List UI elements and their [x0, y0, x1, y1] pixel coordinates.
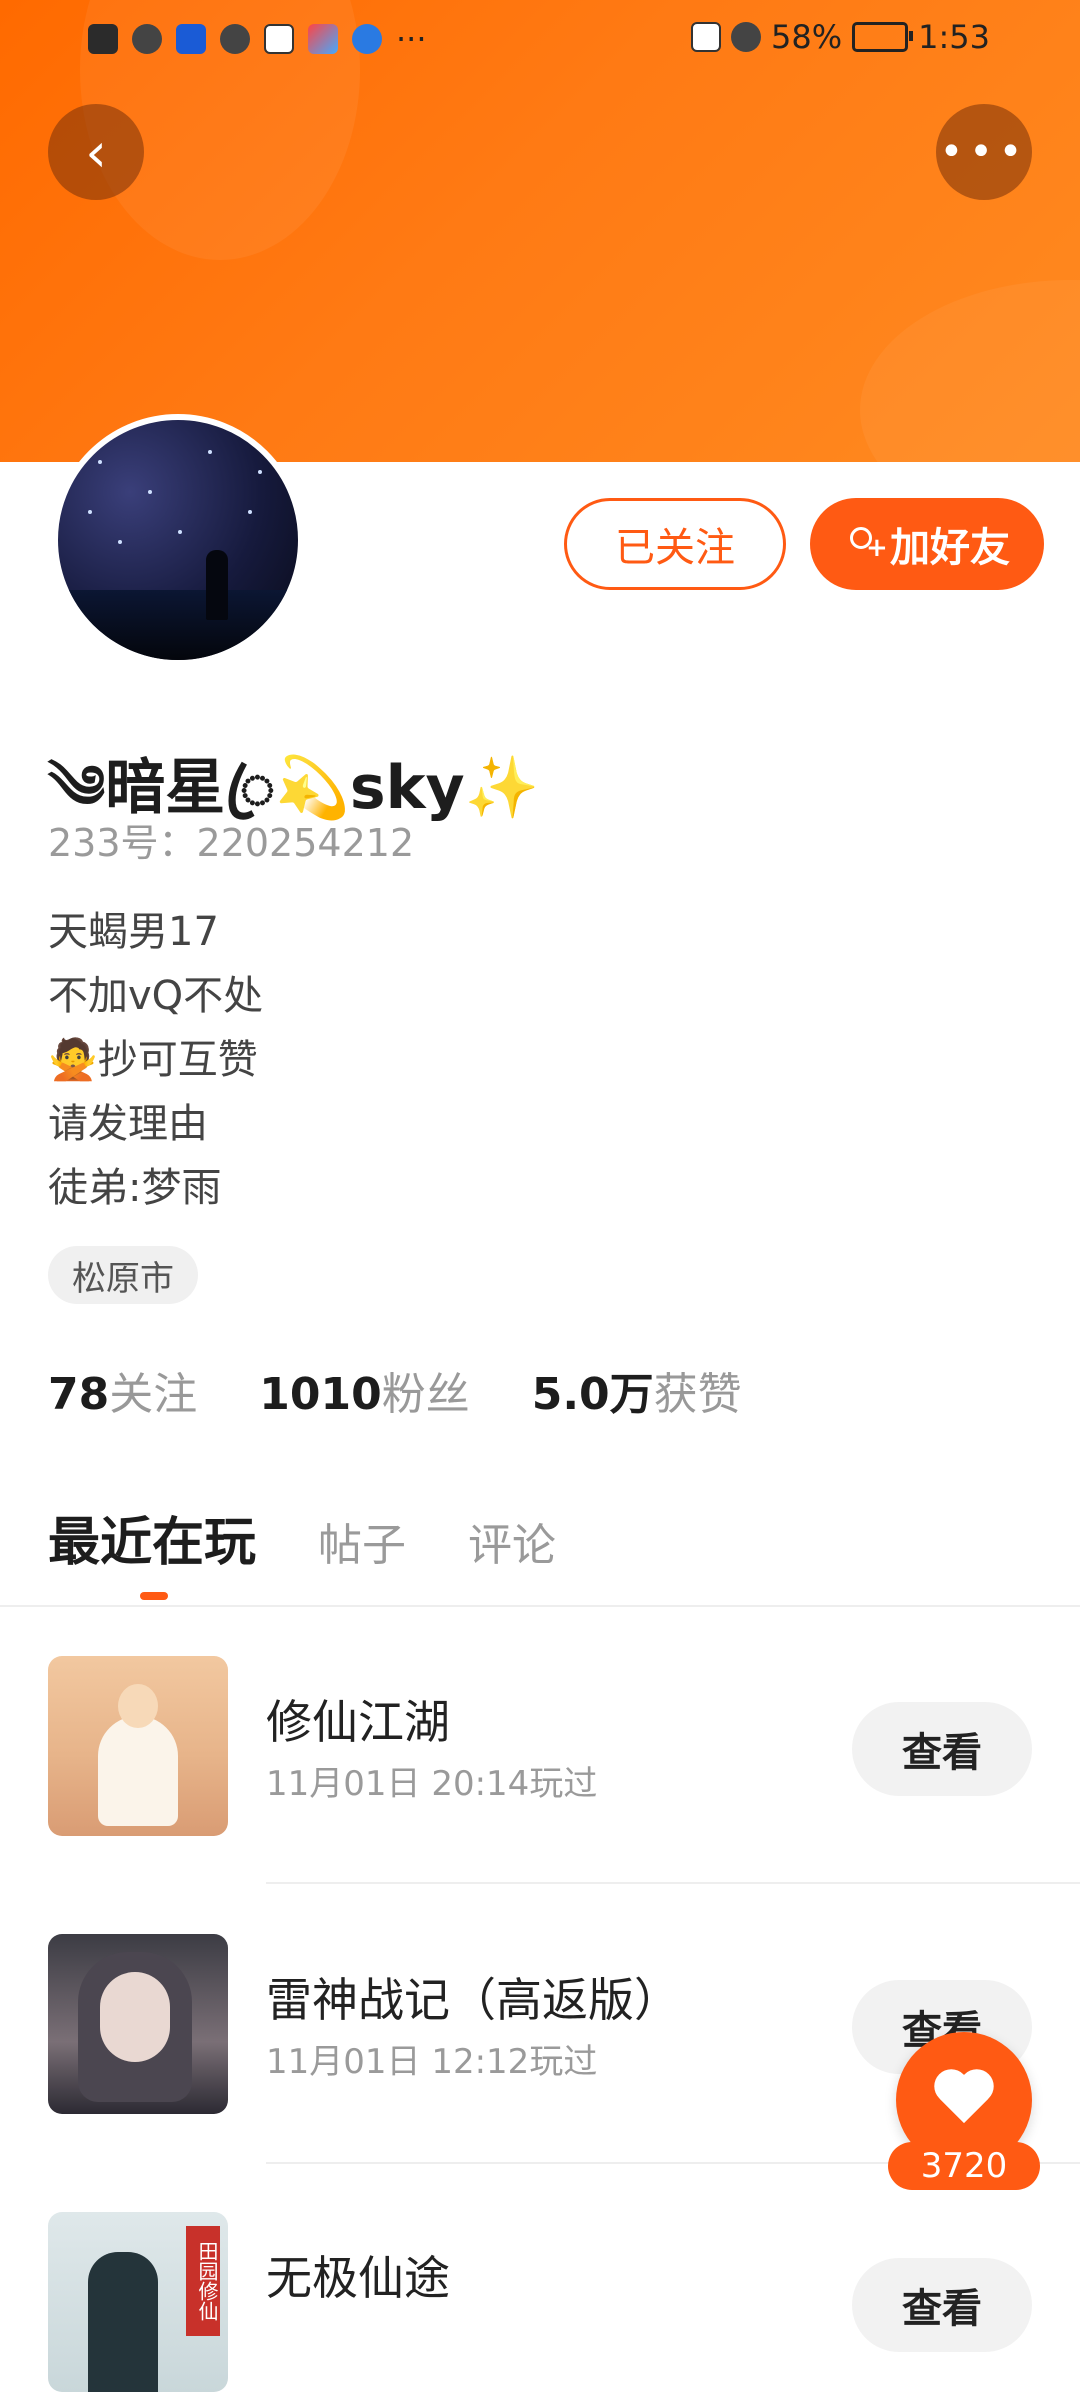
clock: 1:53 — [918, 18, 990, 56]
bio-line: 徒弟:梦雨 — [48, 1165, 222, 1211]
row-divider — [266, 1882, 1080, 1884]
play-icon — [264, 24, 294, 54]
cast-icon — [691, 22, 722, 52]
view-button[interactable]: 查看 — [852, 2258, 1032, 2352]
back-button[interactable]: ‹ — [48, 104, 144, 200]
game-name: 修仙江湖 — [266, 1695, 450, 1749]
list-item[interactable]: 修仙江湖 11月01日 20:14玩过 查看 — [0, 1656, 1080, 1836]
add-user-icon — [844, 525, 888, 563]
more-button[interactable]: ••• — [936, 104, 1032, 200]
tabs-divider — [0, 1605, 1080, 1607]
user-id: 233号：220254212 — [48, 821, 415, 865]
avatar[interactable] — [52, 414, 304, 666]
heart-icon — [932, 2071, 996, 2129]
battery-percent: 58% — [771, 18, 843, 56]
alert-icon — [88, 24, 118, 54]
chevron-left-icon: ‹ — [85, 120, 107, 184]
bio-line: 🙅抄可互赞 — [48, 1037, 258, 1083]
game-thumbnail: 田园修仙 — [48, 2212, 228, 2392]
status-bar: ··· 58% 1:53 — [0, 0, 1080, 80]
game-thumbnail — [48, 1656, 228, 1836]
battery-icon — [852, 22, 914, 52]
stat-likes[interactable]: 5.0万获赞 — [532, 1358, 742, 1422]
list-item[interactable]: 田园修仙 无极仙途 查看 — [0, 2212, 1080, 2392]
tab-recently-played[interactable]: 最近在玩 — [48, 1500, 256, 1600]
game-thumbnail — [48, 1934, 228, 2114]
profile-stats: 78关注 1010粉丝 5.0万获赞 — [48, 1358, 742, 1422]
game-played-time: 11月01日 20:14玩过 — [266, 1764, 598, 1804]
alarm-icon — [731, 22, 762, 52]
more-horizontal-icon: ••• — [939, 129, 1029, 175]
tab-comments[interactable]: 评论 — [468, 1509, 556, 1573]
stat-following[interactable]: 78关注 — [48, 1358, 197, 1422]
following-button[interactable]: 已关注 — [564, 498, 786, 590]
profile-tabs: 最近在玩 帖子 评论 — [48, 1500, 556, 1600]
location-tag: 松原市 — [48, 1246, 198, 1304]
game-name: 雷神战记（高返版） — [266, 1973, 680, 2027]
game-name: 无极仙途 — [266, 2251, 450, 2305]
like-count: 3720 — [888, 2142, 1040, 2190]
bio-line: 天蝎男17 — [48, 909, 219, 955]
bio-line: 不加vQ不处 — [48, 973, 264, 1019]
browser-icon — [352, 24, 382, 54]
game-played-time: 11月01日 12:12玩过 — [266, 2042, 598, 2082]
app-icon — [308, 24, 338, 54]
bio-line: 请发理由 — [48, 1101, 208, 1147]
bio: 天蝎男17 不加vQ不处 🙅抄可互赞 请发理由 徒弟:梦雨 — [48, 900, 263, 1220]
stat-fans[interactable]: 1010粉丝 — [259, 1358, 469, 1422]
video-app-icon — [176, 24, 206, 54]
wifi-icon — [132, 24, 162, 54]
tab-posts[interactable]: 帖子 — [318, 1509, 406, 1573]
view-button[interactable]: 查看 — [852, 1702, 1032, 1796]
add-friend-button[interactable]: 加好友 — [810, 498, 1044, 590]
more-notifications: ··· — [396, 20, 427, 58]
wechat-icon — [220, 24, 250, 54]
add-friend-label: 加好友 — [890, 525, 1010, 571]
